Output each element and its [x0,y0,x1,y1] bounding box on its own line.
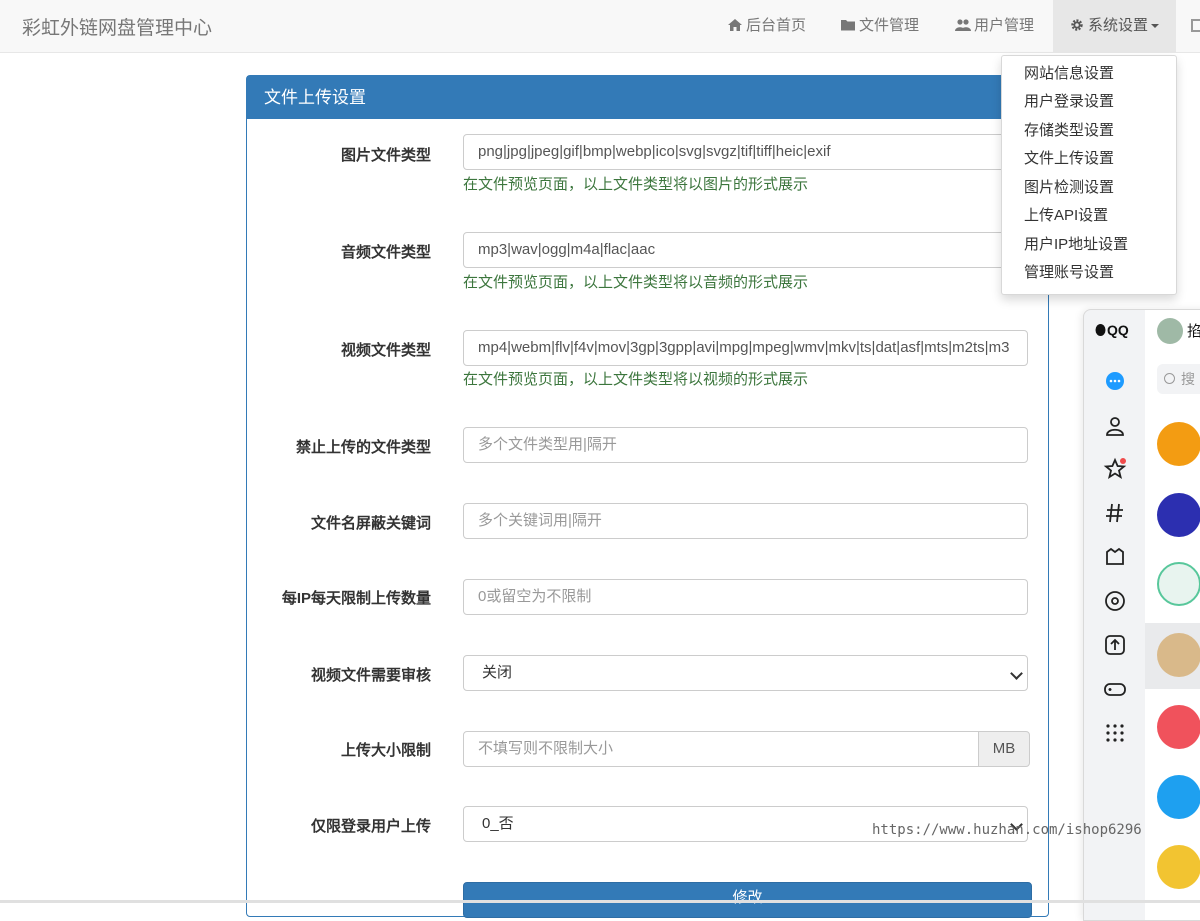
site-brand[interactable]: 彩虹外链网盘管理中心 [22,13,212,40]
upload-settings-panel: 文件上传设置 [246,75,1049,917]
nav-users-label: 用户管理 [974,17,1035,34]
video-types-help: 在文件预览页面，以上文件类型将以视频的形式展示 [463,371,809,388]
menu-admin-account[interactable]: 管理账号设置 [1024,259,1114,287]
conversation-avatar[interactable] [1157,845,1200,889]
chevron-down-icon [1151,24,1160,28]
menu-image-check[interactable]: 图片检测设置 [1024,174,1114,202]
logout-icon[interactable] [1191,19,1200,32]
video-types-label: 视频文件类型 [340,342,431,359]
nav-files[interactable]: 文件管理 [840,0,919,52]
penguin-icon [1095,324,1106,336]
gamepad-icon[interactable] [1103,677,1127,701]
gear-icon [1071,19,1083,31]
qq-search-placeholder: 搜 [1181,371,1195,387]
filename-keywords-input[interactable]: 多个关键词用|隔开 [463,503,1028,539]
video-review-label: 视频文件需要审核 [310,667,431,684]
settings-dropdown: 网站信息设置 用户登录设置 存储类型设置 文件上传设置 图片检测设置 上传API… [1001,55,1177,295]
video-review-value: 关闭 [482,664,513,681]
nav-settings[interactable]: 系统设置 [1053,0,1176,52]
qq-username: 掐 [1187,323,1200,340]
upload-icon[interactable] [1103,633,1127,657]
video-review-select[interactable]: 关闭 [463,655,1028,691]
login-only-label: 仅限登录用户上传 [310,818,431,835]
qq-logo-text: QQ [1107,322,1129,338]
size-unit-addon: MB [978,731,1030,767]
top-navbar: 彩虹外链网盘管理中心 后台首页 文件管理 用户管理 系统设置 [0,0,1200,53]
nav-files-label: 文件管理 [859,17,920,34]
size-limit-label: 上传大小限制 [340,742,431,759]
nav-users[interactable]: 用户管理 [955,0,1034,52]
menu-site-info[interactable]: 网站信息设置 [1024,60,1114,88]
ip-limit-label: 每IP每天限制上传数量 [281,590,431,607]
video-types-input[interactable]: mp4|webm|flv|f4v|mov|3gp|3gpp|avi|mpg|mp… [463,330,1028,366]
user-avatar[interactable] [1157,318,1183,344]
audio-types-input[interactable]: mp3|wav|ogg|m4a|flac|aac [463,232,1028,268]
users-icon [955,19,971,31]
conversation-avatar [1157,633,1200,677]
nav-dashboard[interactable]: 后台首页 [727,0,806,52]
audio-types-label: 音频文件类型 [340,244,431,261]
selected-conversation[interactable] [1145,623,1200,689]
menu-storage-type[interactable]: 存储类型设置 [1024,117,1114,145]
contacts-icon[interactable] [1103,414,1127,438]
qq-logo: QQ [1094,322,1129,338]
home-icon [728,19,742,31]
discover-icon[interactable] [1103,589,1127,613]
search-icon [1164,373,1175,384]
menu-upload-api[interactable]: 上传API设置 [1024,202,1108,230]
ip-limit-input[interactable]: 0或留空为不限制 [463,579,1028,615]
image-types-help: 在文件预览页面，以上文件类型将以图片的形式展示 [463,176,809,193]
menu-user-ip[interactable]: 用户IP地址设置 [1024,231,1128,259]
size-limit-input[interactable]: 不填写则不限制大小 [463,731,979,767]
menu-file-upload[interactable]: 文件上传设置 [1024,145,1114,173]
panel-heading: 文件上传设置 [247,76,1048,119]
channel-icon[interactable] [1103,501,1127,525]
menu-user-login[interactable]: 用户登录设置 [1024,88,1114,116]
conversation-avatar[interactable] [1157,562,1200,606]
folder-icon [841,20,855,31]
game-center-icon[interactable] [1103,545,1127,569]
nav-dashboard-label: 后台首页 [746,17,807,34]
conversation-avatar[interactable] [1157,705,1200,749]
login-only-value: 0_否 [482,815,514,832]
image-types-label: 图片文件类型 [340,147,431,164]
qq-search-input[interactable]: 搜 [1157,364,1200,394]
star-icon[interactable] [1103,457,1127,481]
chat-icon[interactable] [1103,370,1127,394]
image-types-input[interactable]: png|jpg|jpeg|gif|bmp|webp|ico|svg|svgz|t… [463,134,1028,170]
forbidden-types-label: 禁止上传的文件类型 [295,439,431,456]
nav-settings-label: 系统设置 [1088,17,1149,34]
conversation-avatar[interactable] [1157,775,1200,819]
forbidden-types-input[interactable]: 多个文件类型用|隔开 [463,427,1028,463]
filename-keywords-label: 文件名屏蔽关键词 [310,515,431,532]
qq-conversation-list: 掐 搜 [1145,310,1200,920]
conversation-avatar[interactable] [1157,422,1200,466]
watermark-text: https://www.huzhan.com/ishop6296 [872,822,1142,838]
apps-grid-icon[interactable] [1103,721,1127,745]
panel-title: 文件上传设置 [264,88,366,107]
conversation-avatar[interactable] [1157,493,1200,537]
chevron-down-icon [1010,667,1023,680]
audio-types-help: 在文件预览页面，以上文件类型将以音频的形式展示 [463,274,809,291]
